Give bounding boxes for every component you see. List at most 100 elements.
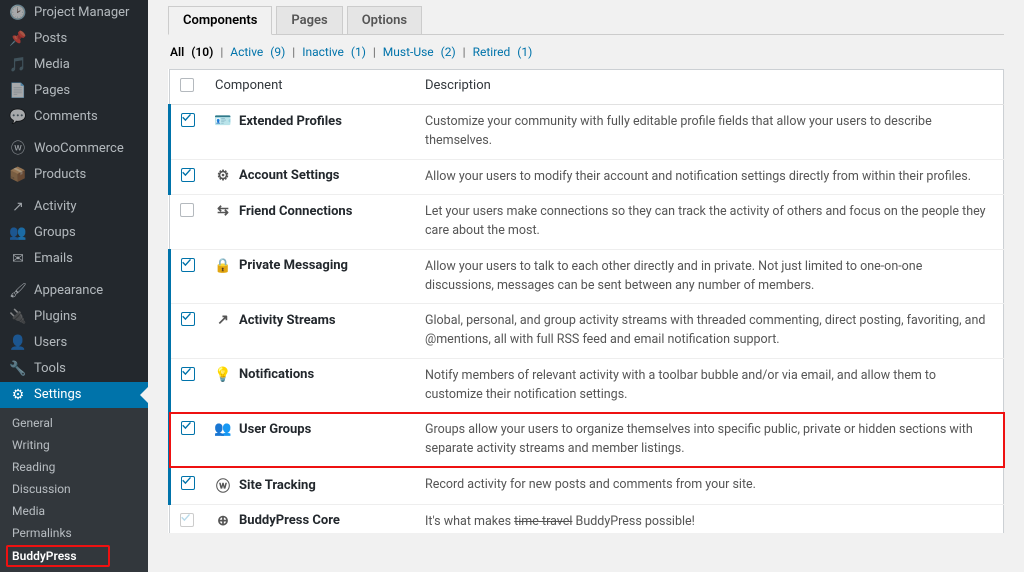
submenu-item-reading[interactable]: Reading [0,456,148,478]
plugin-icon: 🔌 [8,308,28,326]
component-checkbox [180,513,194,527]
settings-tabs: ComponentsPagesOptions [168,6,1004,34]
submenu-item-discussion[interactable]: Discussion [0,478,148,500]
component-name[interactable]: Activity Streams [239,313,336,328]
sidebar-item-groups[interactable]: 👥 Groups [0,220,148,246]
sidebar-item-label: Plugins [34,308,77,326]
component-row: 👥User GroupsGroups allow your users to o… [170,413,1004,468]
component-name[interactable]: Account Settings [239,168,339,183]
component-row: ⊕BuddyPress CoreIt's what makes time tra… [170,504,1004,533]
users-icon: 👤 [8,334,28,352]
filter-inactive[interactable]: Inactive (1) [300,45,368,59]
component-filters: All (10) | Active (9) | Inactive (1) | M… [168,45,1004,59]
sidebar-item-label: Users [34,334,67,352]
pin-icon: 📌 [8,30,28,48]
components-table: Component Description 🪪 Extended Profiles… [168,69,1004,533]
component-description: Allow your users to talk to each other d… [425,258,993,296]
submenu-item-media[interactable]: Media [0,500,148,522]
sidebar-item-label: Groups [34,224,76,242]
col-component[interactable]: Component [205,70,415,105]
tab-components[interactable]: Components [168,6,272,35]
component-name[interactable]: Friend Connections [239,204,352,219]
component-description: Customize your community with fully edit… [425,113,993,151]
comment-icon: 💬 [8,108,28,126]
component-name[interactable]: Extended Profiles [239,114,342,129]
settings-submenu: GeneralWritingReadingDiscussionMediaPerm… [0,408,148,572]
component-description: Global, personal, and group activity str… [425,312,993,350]
col-description[interactable]: Description [415,70,1004,105]
sidebar-item-label: Products [34,166,86,184]
sidebar-item-label: Project Manager [34,4,129,22]
component-checkbox[interactable] [181,367,195,381]
component-name[interactable]: Notifications [239,367,314,382]
sidebar-item-comments[interactable]: 💬Comments [0,104,148,130]
component-checkbox[interactable] [181,312,195,326]
submenu-item-general[interactable]: General [0,412,148,434]
bulb-icon: 💡 [215,367,231,383]
sidebar-item-label: Media [34,56,70,74]
filter-retired[interactable]: Retired (1) [471,45,535,59]
sidebar-item-posts[interactable]: 📌 Posts [0,26,148,52]
id-icon: 🪪 [215,113,231,129]
groups-icon: 👥 [8,224,28,242]
component-description: Notify members of relevant activity with… [425,367,993,405]
component-checkbox[interactable] [181,476,195,490]
settings-icon: ⚙ [8,386,28,404]
component-name[interactable]: Private Messaging [239,258,348,273]
component-name[interactable]: User Groups [239,422,311,437]
component-name[interactable]: BuddyPress Core [239,513,340,528]
sidebar-item-label: Emails [34,250,73,268]
product-icon: 📦 [8,166,28,184]
filter-mustuse[interactable]: Must-Use (2) [381,45,458,59]
tools-icon: 🔧 [8,360,28,378]
activity-icon: ↗ [8,198,28,216]
sidebar-item-project-manager[interactable]: 🕑 Project Manager [0,0,148,26]
appearance-icon: 🖌 [8,282,28,300]
sidebar-item-settings[interactable]: ⚙ Settings [0,382,148,408]
component-name[interactable]: Site Tracking [239,478,316,493]
component-description: Let your users make connections so they … [425,203,993,241]
friends-icon: ⇆ [215,203,231,219]
component-checkbox[interactable] [181,421,195,435]
component-row: ⇆ Friend Connections Let your users make c… [170,195,1004,250]
wp-icon: ⓦ [215,476,231,496]
sidebar-item-label: WooCommerce [34,140,124,158]
sidebar-item-users[interactable]: 👤 Users [0,330,148,356]
component-description: It's what makes time travel BuddyPress p… [425,513,993,532]
sidebar-item-media[interactable]: 🎵Media [0,52,148,78]
gauge-icon: 🕑 [8,4,28,22]
submenu-item-permalinks[interactable]: Permalinks [0,522,148,544]
component-row: ↗ Activity Streams Global, personal, and g… [170,304,1004,359]
sidebar-item-emails[interactable]: ✉Emails [0,246,148,272]
sidebar-item-products[interactable]: 📦 Products [0,162,148,188]
sidebar-item-pages[interactable]: 📄Pages [0,78,148,104]
activity-icon: ↗ [215,312,231,328]
filter-all[interactable]: All (10) [168,45,215,59]
tab-pages[interactable]: Pages [276,6,342,34]
sidebar-item-label: Settings [34,386,81,404]
sidebar-item-label: Appearance [34,282,103,300]
component-checkbox[interactable] [180,203,194,217]
lock-icon: 🔒 [215,258,231,274]
sidebar-item-woocommerce[interactable]: ⓦWooCommerce [0,136,148,162]
component-description: Groups allow your users to organize them… [425,421,993,459]
component-checkbox[interactable] [181,168,195,182]
sidebar-item-label: Posts [34,30,67,48]
select-all-checkbox[interactable] [180,78,194,92]
filter-active[interactable]: Active (9) [228,45,287,59]
gear-icon: ⚙ [215,168,231,184]
sidebar-item-tools[interactable]: 🔧Tools [0,356,148,382]
component-description: Record activity for new posts and commen… [425,476,993,495]
component-checkbox[interactable] [181,113,195,127]
submenu-item-writing[interactable]: Writing [0,434,148,456]
tab-options[interactable]: Options [347,6,422,34]
component-row: 🔒 Private Messaging Allow your users to ta… [170,249,1004,304]
sidebar-item-appearance[interactable]: 🖌 Appearance [0,278,148,304]
submenu-item-buddypress[interactable]: BuddyPress [6,545,110,567]
main-content: ComponentsPagesOptions All (10) | Active… [148,0,1024,533]
component-row: 🪪 Extended Profiles Customize your communi… [170,105,1004,160]
component-row: ⚙Account SettingsAllow your users to mod… [170,159,1004,195]
sidebar-item-activity[interactable]: ↗Activity [0,194,148,220]
component-checkbox[interactable] [181,258,195,272]
sidebar-item-plugins[interactable]: 🔌 Plugins [0,304,148,330]
